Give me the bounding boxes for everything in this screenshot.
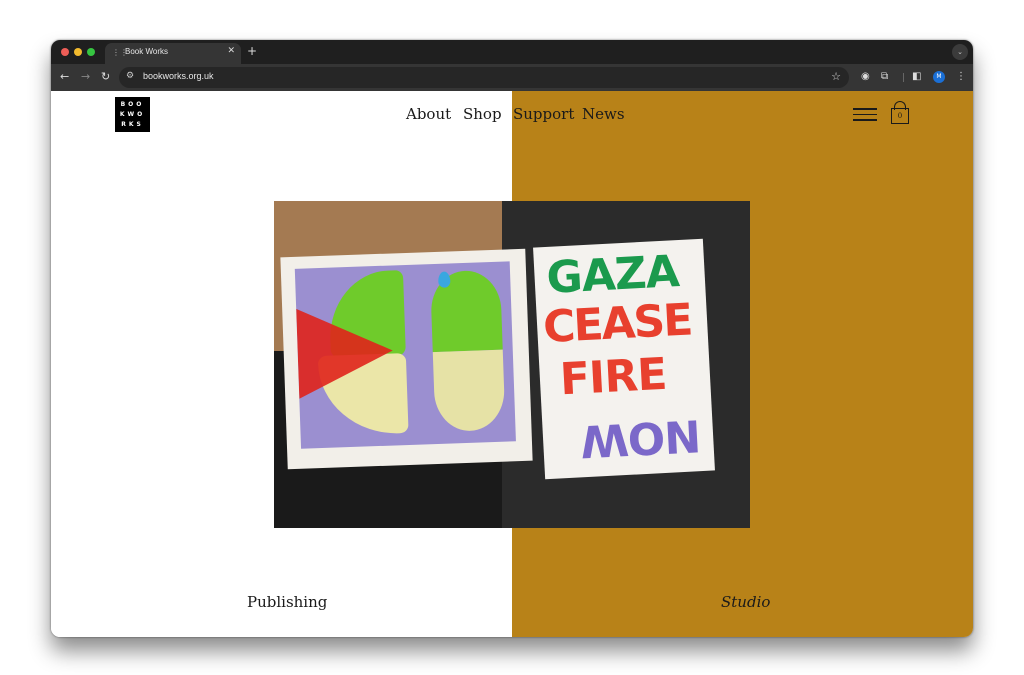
nav-shop[interactable]: Shop (463, 105, 502, 123)
page-content: BOO KWO RKS About Shop Support News 0 GA… (51, 91, 973, 637)
back-icon[interactable]: ← (60, 70, 69, 84)
tab-bar: ⋮⋮ Book Works ✕ + ⌄ (51, 40, 973, 64)
red-triangle-shape (296, 305, 395, 399)
bookmark-star-icon[interactable]: ☆ (831, 70, 841, 83)
new-tab-button[interactable]: + (247, 44, 257, 58)
logo-line: RKS (121, 120, 144, 128)
painting-canvas (294, 261, 516, 449)
ceasefire-poster: GAZA CEASE FIRE NOW (533, 238, 715, 480)
nav-news[interactable]: News (582, 105, 625, 123)
book-works-logo[interactable]: BOO KWO RKS (115, 97, 150, 132)
nav-support[interactable]: Support (513, 105, 574, 123)
painting-print (280, 248, 533, 470)
close-window-button[interactable] (61, 48, 69, 56)
publishing-link[interactable]: Publishing (247, 593, 327, 611)
reload-icon[interactable]: ↻ (101, 70, 110, 84)
browser-toolbar: ← → ↻ ⚙ bookworks.org.uk ☆ ◉ ⧉ ◧ M ⋮ (51, 64, 973, 91)
site-settings-icon[interactable]: ⚙ (126, 71, 134, 81)
poster-line: NOW (579, 409, 703, 467)
cream-leaf-shape (432, 349, 506, 433)
logo-line: KWO (119, 110, 146, 118)
studio-link[interactable]: Studio (721, 593, 770, 611)
maximize-window-button[interactable] (87, 48, 95, 56)
blue-drop-shape (437, 271, 451, 288)
tab-search-button[interactable]: ⌄ (952, 44, 968, 60)
grid-icon: ⋮⋮ (112, 48, 128, 57)
browser-tab[interactable]: ⋮⋮ Book Works ✕ (105, 43, 241, 64)
url-text[interactable]: bookworks.org.uk (143, 71, 214, 81)
cart-count: 0 (891, 108, 909, 124)
minimize-window-button[interactable] (74, 48, 82, 56)
poster-line: CEASE (541, 294, 693, 354)
tab-title: Book Works (125, 47, 168, 56)
close-tab-icon[interactable]: ✕ (227, 46, 235, 56)
poster-line: FIRE (558, 348, 668, 406)
side-panel-icon[interactable]: ◧ (912, 70, 921, 84)
toolbar-divider (903, 73, 904, 82)
puzzle-icon[interactable]: ⧉ (881, 70, 888, 84)
address-bar[interactable]: ⚙ bookworks.org.uk ☆ (119, 67, 849, 88)
extension-icon[interactable]: ◉ (861, 70, 870, 84)
nav-about[interactable]: About (406, 105, 451, 123)
logo-line: BOO (120, 100, 145, 108)
profile-avatar[interactable]: M (933, 71, 945, 83)
cart-bag-icon[interactable]: 0 (891, 101, 909, 125)
forward-icon[interactable]: → (81, 70, 90, 84)
browser-window: ⋮⋮ Book Works ✕ + ⌄ ← → ↻ ⚙ bookworks.or… (51, 40, 973, 637)
more-menu-icon[interactable]: ⋮ (956, 70, 966, 84)
hamburger-menu-icon[interactable] (853, 108, 877, 122)
hero-image[interactable]: GAZA CEASE FIRE NOW (274, 201, 750, 528)
